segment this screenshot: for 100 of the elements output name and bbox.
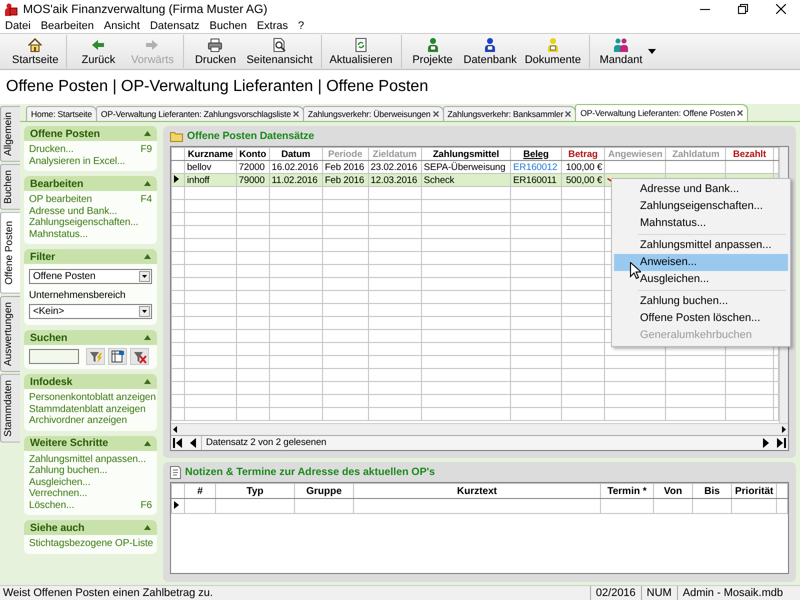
close-icon[interactable] <box>292 111 299 117</box>
menu-item[interactable]: Zahlungsmittel anpassen... <box>614 237 788 254</box>
sidebar-link[interactable]: Stichtagsbezogene OP-Liste <box>29 538 152 550</box>
column-header[interactable]: Von <box>654 484 692 498</box>
collapse-icon[interactable] <box>144 131 151 136</box>
toolbar-button[interactable]: Drucken <box>188 35 242 68</box>
toolbar-button[interactable]: Seitenansicht <box>242 35 317 68</box>
column-header[interactable]: Typ <box>216 484 294 498</box>
table-filter-button[interactable] <box>108 348 127 365</box>
column-header[interactable]: Kurztext <box>354 484 600 498</box>
toolbar-button[interactable]: Mandant <box>594 37 648 66</box>
menu-item[interactable]: Ausgleichen... <box>614 271 788 288</box>
collapse-icon[interactable] <box>144 379 151 384</box>
search-field[interactable] <box>29 349 79 364</box>
table-cell: Feb 2016 <box>322 174 368 186</box>
menu-item[interactable]: Bearbeiten <box>36 20 99 32</box>
side-tab[interactable]: Stammdaten <box>0 374 20 442</box>
side-tab[interactable]: Auswertungen <box>0 296 20 372</box>
skip-last-icon <box>777 438 786 448</box>
side-tab[interactable]: Allgemein <box>0 106 20 162</box>
close-icon[interactable] <box>565 111 572 117</box>
sidebar-link[interactable]: OP bearbeiten <box>29 194 92 206</box>
menu-item[interactable]: Anweisen... <box>614 254 788 271</box>
sidebar-link[interactable]: Archivordner anzeigen <box>29 415 152 426</box>
toolbar-button[interactable]: Datenbank <box>460 35 521 68</box>
close-icon[interactable] <box>737 110 744 116</box>
menu-item[interactable]: Extras <box>252 20 294 32</box>
horizontal-scrollbar[interactable] <box>171 423 788 435</box>
menu-item[interactable]: Offene Posten löschen... <box>614 310 788 327</box>
first-record-button[interactable] <box>171 436 184 450</box>
column-header[interactable]: Datum <box>269 148 322 160</box>
menu-item[interactable]: Ansicht <box>98 20 145 32</box>
caret-down-icon[interactable] <box>648 49 656 54</box>
sidebar-link[interactable]: Stammdatenblatt anzeigen <box>29 404 152 415</box>
sidebar-link[interactable]: Adresse und Bank... <box>29 206 152 217</box>
menu-item[interactable]: Buchen <box>204 20 252 32</box>
document-tab[interactable]: Zahlungsverkehr: Banksammler <box>442 106 576 121</box>
collapse-icon[interactable] <box>144 525 151 530</box>
toolbar-button[interactable]: Projekte <box>406 35 460 68</box>
clear-filter-button[interactable] <box>130 348 149 365</box>
last-record-button[interactable] <box>775 436 788 450</box>
collapse-icon[interactable] <box>144 254 151 259</box>
column-header[interactable]: Betrag <box>561 148 605 160</box>
document-tab[interactable]: Home: Startseite <box>26 106 97 121</box>
table-cell: ER160011 <box>510 174 562 186</box>
triangle-left-icon <box>188 438 197 448</box>
table-cell: 500,00 € <box>561 174 605 186</box>
sidebar-link[interactable]: Zahlungseigenschaften... <box>29 217 152 228</box>
sidebar-link[interactable]: Löschen... <box>29 500 74 511</box>
collapse-icon[interactable] <box>144 181 151 186</box>
column-header[interactable]: Gruppe <box>294 484 354 498</box>
column-header[interactable]: Konto <box>236 148 270 160</box>
mouse-pointer-icon <box>630 262 641 279</box>
collapse-icon[interactable] <box>144 335 151 340</box>
folder-icon <box>170 130 183 142</box>
column-header[interactable]: Bis <box>692 484 732 498</box>
column-header[interactable]: Zahlungsmittel <box>421 148 511 160</box>
column-header[interactable]: Termin * <box>600 484 654 498</box>
app-logo-icon <box>4 2 18 16</box>
scroll-right-icon[interactable] <box>780 425 788 434</box>
menu-item[interactable]: Datei <box>0 20 36 32</box>
column-header[interactable]: Priorität <box>732 484 777 498</box>
collapse-icon[interactable] <box>144 440 151 446</box>
close-icon[interactable] <box>776 4 786 14</box>
toolbar-button[interactable]: Startseite <box>8 35 62 68</box>
toolbar-button[interactable]: Zurück <box>71 35 126 68</box>
search-button[interactable] <box>86 348 105 365</box>
close-icon[interactable] <box>432 111 439 117</box>
menu-item[interactable]: Zahlungseigenschaften... <box>614 198 788 215</box>
restore-icon[interactable] <box>738 4 748 14</box>
side-tab[interactable]: Offene Posten <box>0 212 20 294</box>
document-tab[interactable]: OP-Verwaltung Lieferanten: Offene Posten <box>575 104 748 121</box>
column-header[interactable]: # <box>184 484 216 498</box>
toolbar-button[interactable]: Aktualisieren <box>326 35 396 68</box>
sidebar-link[interactable]: Zahlung buchen... <box>29 465 152 476</box>
sidebar-link[interactable]: Drucken... <box>29 144 74 156</box>
table-cell: inhoff <box>184 174 236 186</box>
sidebar-link[interactable]: Analysieren in Excel... <box>29 156 152 167</box>
sidebar-link[interactable]: Verrechnen... <box>29 488 152 500</box>
dropdown[interactable]: Offene Posten <box>29 269 152 284</box>
menu-item[interactable]: Datensatz <box>144 20 205 32</box>
sidebar-link[interactable]: Mahnstatus... <box>29 228 152 240</box>
sidebar-link[interactable]: Ausgleichen... <box>29 476 152 488</box>
status-database: Admin - Mosaik.mdb <box>676 586 788 600</box>
skip-first-icon <box>173 438 182 448</box>
dropdown[interactable]: <Kein> <box>29 304 152 319</box>
scroll-left-icon[interactable] <box>171 425 179 434</box>
column-header[interactable]: Bezahlt <box>726 148 774 160</box>
column-header[interactable]: Beleg <box>510 148 562 160</box>
document-tab[interactable]: OP-Verwaltung Lieferanten: Zahlungsvorschlagsliste <box>96 106 304 121</box>
menu-item[interactable]: Adresse und Bank... <box>614 181 788 198</box>
note-icon <box>170 466 181 478</box>
menu-item[interactable]: Mahnstatus... <box>614 215 788 232</box>
menu-item[interactable]: ? <box>293 20 310 32</box>
document-tab[interactable]: Zahlungsverkehr: Überweisungen <box>302 106 444 121</box>
menu-item[interactable]: Zahlung buchen... <box>614 293 788 310</box>
side-tab[interactable]: Buchen <box>0 164 20 210</box>
toolbar-button[interactable]: Dokumente <box>520 35 585 68</box>
sidebar-link[interactable]: Zahlungsmittel anpassen... <box>29 454 152 465</box>
column-header[interactable]: Kurzname <box>184 148 236 160</box>
